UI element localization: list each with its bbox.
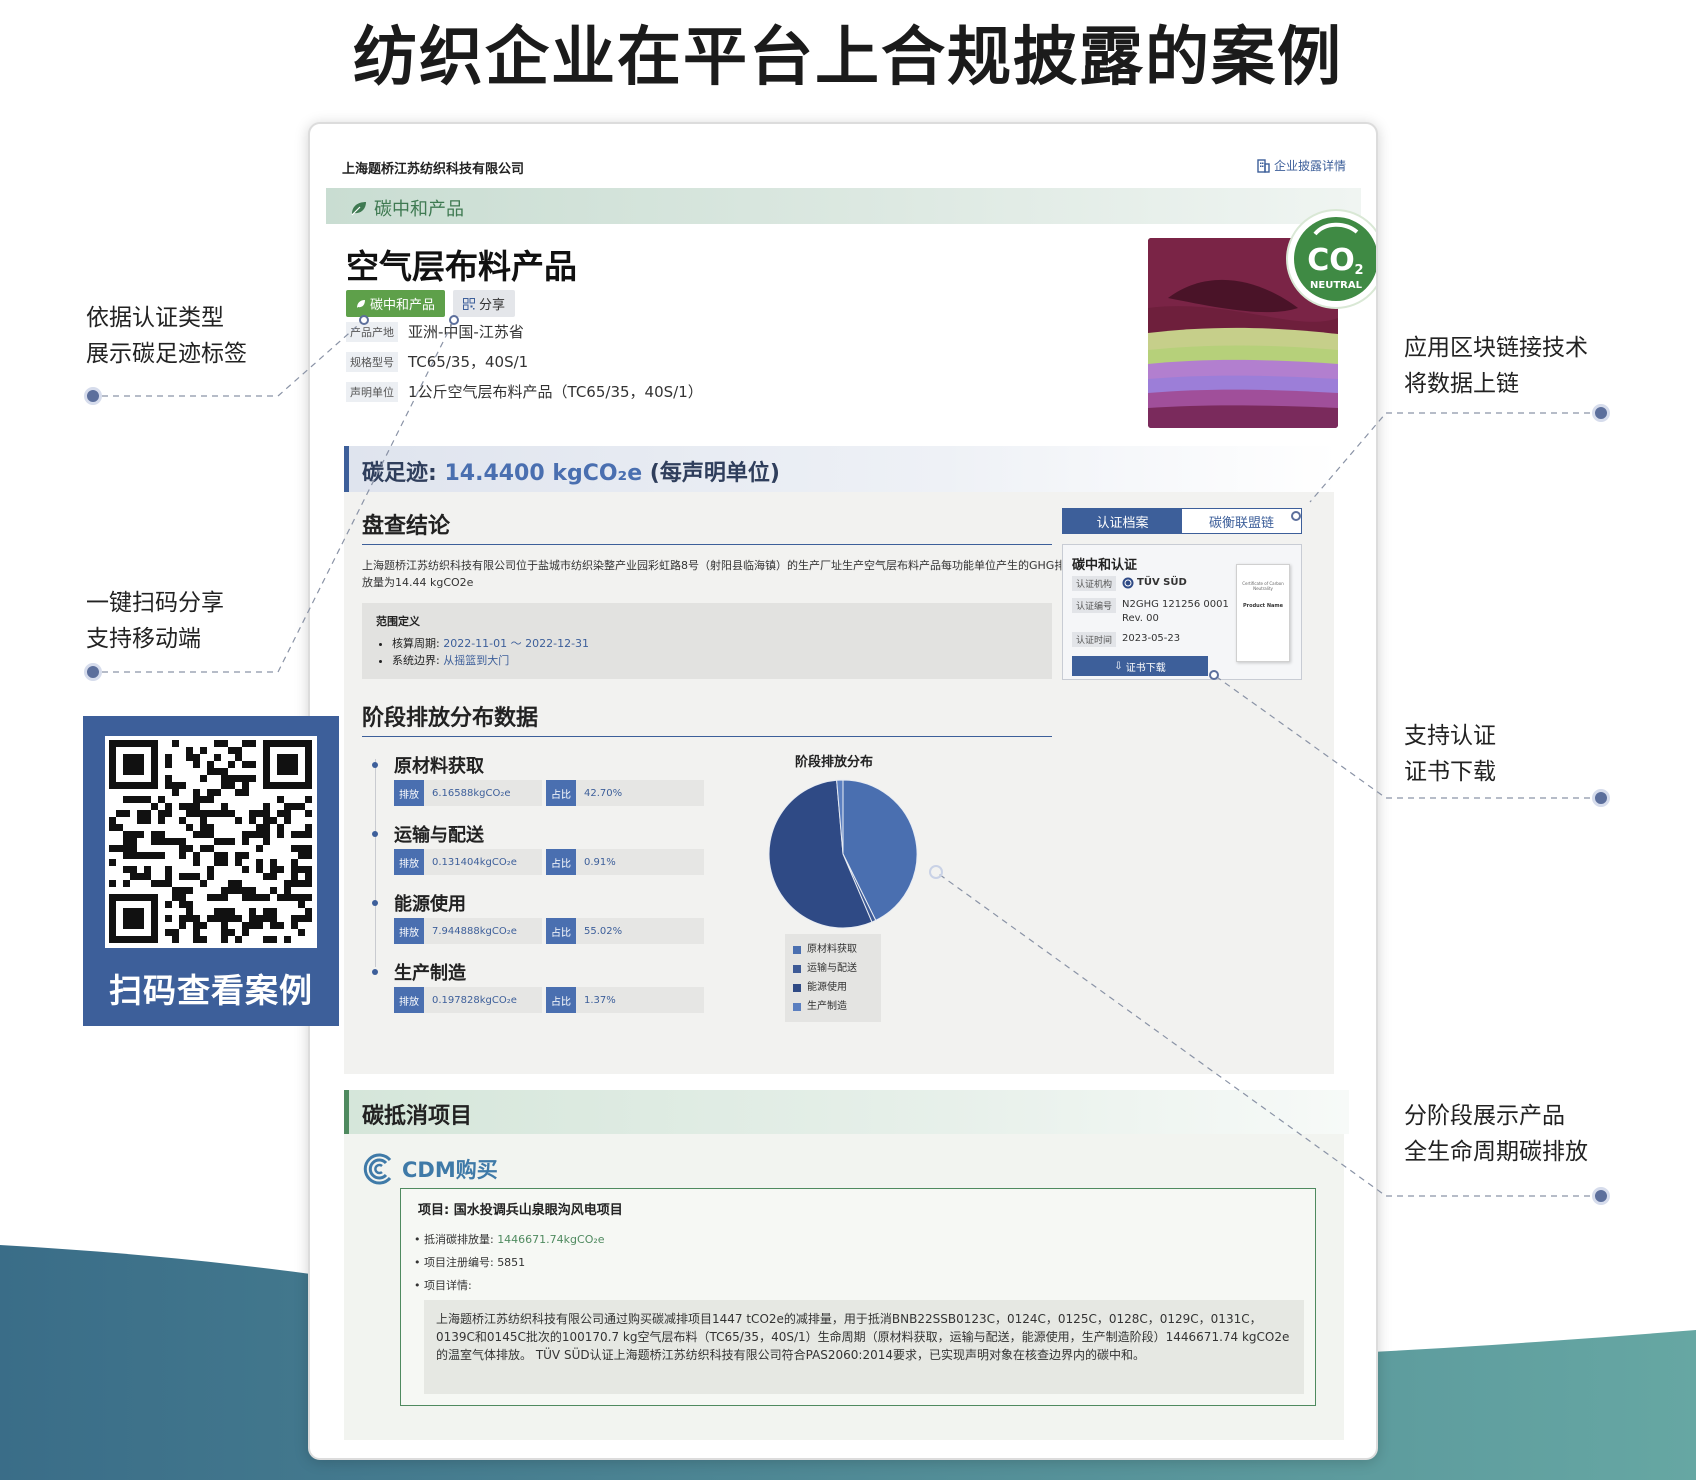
qr-code[interactable] <box>105 736 317 948</box>
annotation-dot <box>84 387 102 405</box>
cert-title: 碳中和认证 <box>1072 558 1138 573</box>
offset-bar <box>344 1090 1349 1134</box>
qr-label: 扫码查看案例 <box>109 971 313 1010</box>
carbon-neutral-tag[interactable]: 碳中和产品 <box>346 290 446 317</box>
annotation-qr-share: 一键扫码分享 支持移动端 <box>86 590 224 652</box>
svg-text:2: 2 <box>1354 263 1363 278</box>
stage-name: 原材料获取 <box>394 756 484 777</box>
conclusion-text: 上海题桥江苏纺织科技有限公司位于盐城市纺织染整产业园彩虹路8号（射阳县临海镇）的… <box>362 559 1066 589</box>
scope-period: 核算周期: 2022-11-01 ～ 2022-12-31 <box>392 635 1038 652</box>
legend-label: 生产制造 <box>807 1001 847 1012</box>
co2-neutral-badge: CO 2 NEUTRAL <box>1285 208 1376 310</box>
product-page: 上海题桥江苏纺织科技有限公司 企业披露详情 碳中和产品 空气层布料产品 碳中和产… <box>308 122 1378 1460</box>
main-title: 纺织企业在平台上合规披露的案例 <box>353 21 1343 95</box>
cert-download-button[interactable]: ⇩ 证书下载 <box>1072 656 1208 676</box>
download-icon: ⇩ <box>1114 660 1123 672</box>
category-label: 碳中和产品 <box>350 195 464 221</box>
qr-pattern <box>109 740 312 943</box>
attribute-model: 规格型号 TC65/35，40S/1 <box>346 351 528 372</box>
stage-row: 排放 0.131404kgCO₂e 占比 0.91% <box>394 849 704 875</box>
annotation-dot <box>1592 789 1610 807</box>
cdm-header: CDM购买 <box>362 1152 498 1186</box>
cert-row-number: 认证编号 N2GHG 121256 0001 Rev. 00 <box>1072 598 1238 626</box>
disclosure-link[interactable]: 企业披露详情 <box>1256 157 1346 174</box>
scope-definition: 范围定义 核算周期: 2022-11-01 ～ 2022-12-31 系统边界:… <box>362 603 1052 679</box>
cert-row-date: 认证时间 2023-05-23 <box>1072 632 1238 647</box>
annotation-lifecycle: 分阶段展示产品 全生命周期碳排放 <box>1404 1103 1588 1165</box>
stage-row: 排放 0.197828kgCO₂e 占比 1.37% <box>394 987 704 1013</box>
project-registration: • 项目注册编号: 5851 <box>414 1256 526 1269</box>
tab-alliance-chain[interactable]: 碳衡联盟链 <box>1182 509 1301 533</box>
annotation-cert-download: 支持认证 证书下载 <box>1404 723 1496 785</box>
legend-label: 运输与配送 <box>807 963 857 974</box>
stage-bullet <box>372 900 378 906</box>
legend-item: 原材料获取 <box>793 940 873 959</box>
stage-pie-chart <box>768 779 918 929</box>
share-button[interactable]: 分享 <box>453 290 516 317</box>
attribute-origin: 产品产地 亚洲-中国-江苏省 <box>346 321 524 342</box>
legend-label: 能源使用 <box>807 982 847 993</box>
qr-icon <box>463 297 475 310</box>
annotation-label-tag: 依据认证类型 展示碳足迹标签 <box>86 305 247 367</box>
cert-tabs: 认证档案 碳衡联盟链 <box>1062 508 1302 534</box>
legend-item: 运输与配送 <box>793 959 873 978</box>
stages-heading: 阶段排放分布数据 <box>362 706 539 731</box>
cert-row-body: 认证机构 TÜV SÜD <box>1072 576 1238 591</box>
conclusion-heading: 盘查结论 <box>362 514 451 539</box>
legend-swatch <box>793 983 801 992</box>
footprint-value: 碳足迹: 14.4400 kgCO₂e (每声明单位) <box>362 461 780 486</box>
offset-heading: 碳抵消项目 <box>362 1104 473 1129</box>
legend-swatch <box>793 945 801 954</box>
leaf-icon <box>351 202 366 216</box>
cdm-logo-icon <box>363 1153 392 1185</box>
project-detail-text: 上海题桥江苏纺织科技有限公司通过购买碳减排项目1447 tCO2e的减排量，用于… <box>424 1300 1304 1394</box>
legend-item: 能源使用 <box>793 978 873 997</box>
leaf-icon <box>357 299 365 308</box>
legend-swatch <box>793 1002 801 1011</box>
category-band <box>326 188 1361 224</box>
annotation-blockchain: 应用区块链接技术 将数据上链 <box>1404 335 1588 397</box>
pie-legend: 原材料获取运输与配送能源使用生产制造 <box>785 934 881 1022</box>
offset-amount: • 抵消碳排放量: 1446671.74kgCO₂e <box>414 1233 605 1246</box>
stage-timeline <box>375 759 376 967</box>
legend-swatch <box>793 964 801 973</box>
project-name: 项目: 国水投调兵山泉眼沟风电项目 <box>418 1203 623 1218</box>
project-detail-label: • 项目详情: <box>414 1279 472 1292</box>
scope-boundary: 系统边界: 从摇篮到大门 <box>392 652 1038 669</box>
stage-bullet <box>372 969 378 975</box>
stage-name: 运输与配送 <box>394 825 484 846</box>
legend-label: 原材料获取 <box>807 944 857 955</box>
qr-card[interactable]: 扫码查看案例 <box>83 716 339 1026</box>
section-divider <box>362 544 1052 545</box>
stage-name: 能源使用 <box>394 894 466 915</box>
company-name: 上海题桥江苏纺织科技有限公司 <box>342 162 525 177</box>
attribute-declared-unit: 声明单位 1公斤空气层布料产品（TC65/35，40S/1） <box>346 381 703 402</box>
certificate-thumbnail[interactable]: Certificate of Carbon Neutrality Product… <box>1236 564 1290 662</box>
tuv-logo-icon <box>1122 577 1134 589</box>
annotation-dot <box>84 663 102 681</box>
product-title: 空气层布料产品 <box>346 247 577 286</box>
section-divider <box>362 736 1052 737</box>
svg-text:NEUTRAL: NEUTRAL <box>1310 280 1363 291</box>
stage-row: 排放 6.16588kgCO₂e 占比 42.70% <box>394 780 704 806</box>
pie-title: 阶段排放分布 <box>795 755 874 770</box>
annotation-dot <box>1592 1187 1610 1205</box>
tab-cert-archive[interactable]: 认证档案 <box>1063 509 1182 533</box>
annotation-dot <box>1592 404 1610 422</box>
stage-bullet <box>372 831 378 837</box>
svg-text:CO: CO <box>1307 243 1355 278</box>
building-icon <box>1257 158 1270 173</box>
stage-name: 生产制造 <box>394 963 466 984</box>
stage-row: 排放 7.944888kgCO₂e 占比 55.02% <box>394 918 704 944</box>
legend-item: 生产制造 <box>793 997 873 1016</box>
stage-bullet <box>372 762 378 768</box>
